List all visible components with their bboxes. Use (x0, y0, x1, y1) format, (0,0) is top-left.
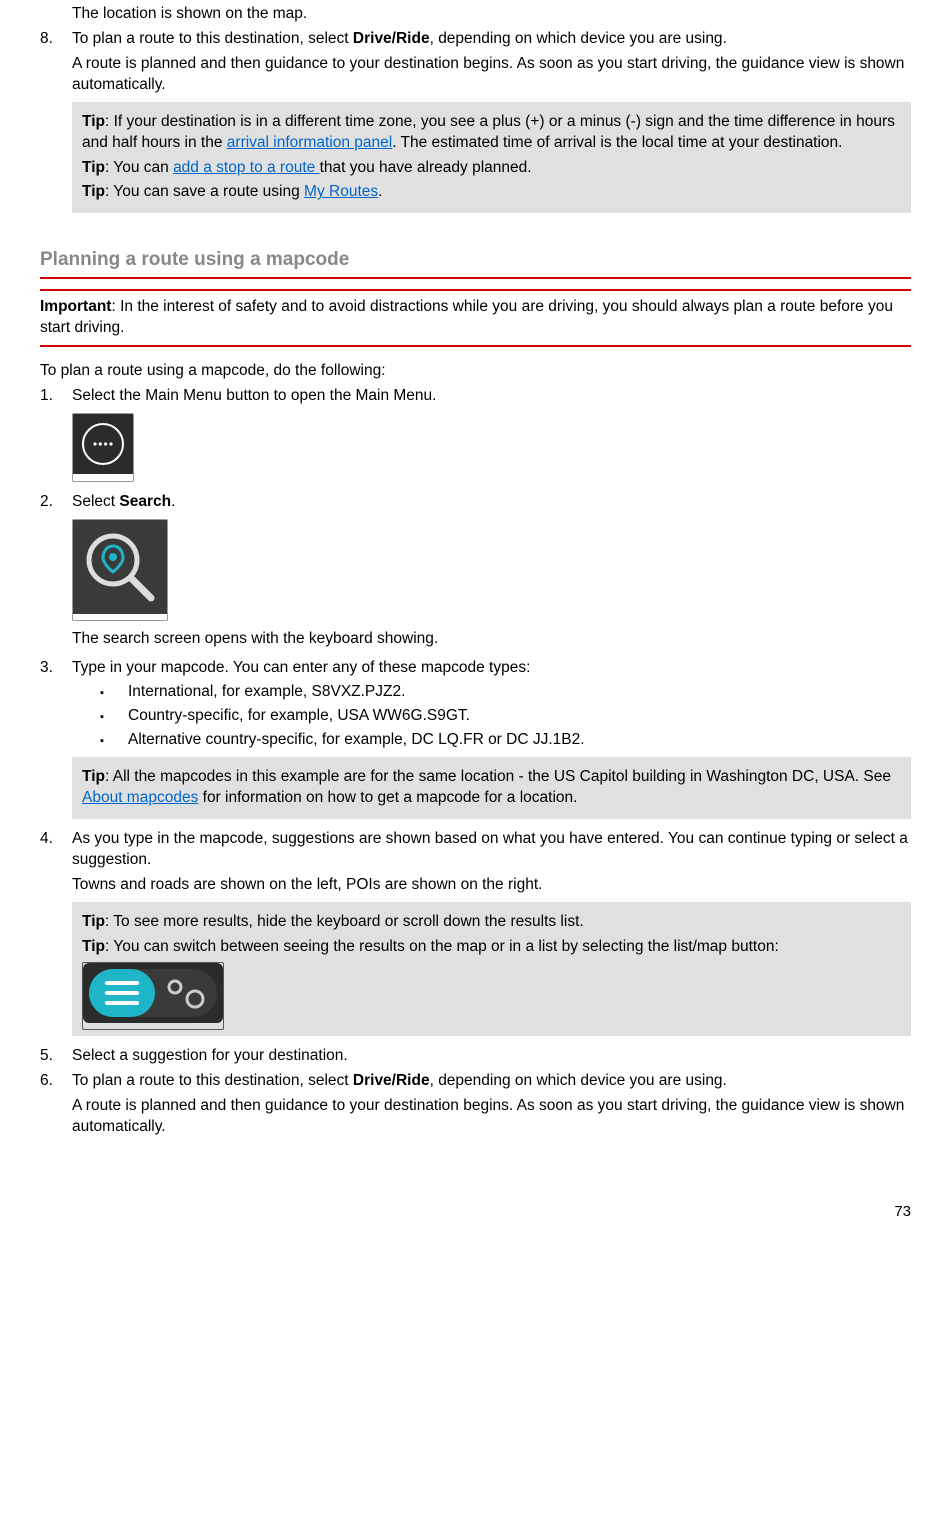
bullet-international: ▪International, for example, S8VXZ.PJZ2. (72, 682, 911, 703)
tip-box-1: Tip: If your destination is in a differe… (72, 102, 911, 214)
text: Alternative country-specific, for exampl… (128, 730, 911, 751)
plan-intro: To plan a route using a mapcode, do the … (40, 361, 911, 382)
drive-ride-bold: Drive/Ride (353, 30, 430, 47)
text: : To see more results, hide the keyboard… (105, 913, 584, 930)
step-3-text: Type in your mapcode. You can enter any … (72, 659, 530, 676)
important-text: : In the interest of safety and to avoid… (40, 298, 893, 336)
my-routes-link[interactable]: My Routes (304, 183, 378, 200)
step-3: 3. Type in your mapcode. You can enter a… (40, 658, 911, 825)
about-mapcodes-link[interactable]: About mapcodes (82, 789, 198, 806)
step-number: 3. (40, 658, 72, 825)
tip-label: Tip (82, 768, 105, 785)
tip-box-2: Tip: All the mapcodes in this example ar… (72, 757, 911, 819)
text: To plan a route to this destination, sel… (72, 30, 353, 47)
step-1-text: Select the Main Menu button to open the … (72, 387, 436, 404)
step-number: 6. (40, 1071, 72, 1142)
add-stop-link[interactable]: add a stop to a route (173, 159, 320, 176)
arrival-info-panel-link[interactable]: arrival information panel (227, 134, 392, 151)
step-number: 1. (40, 386, 72, 482)
step-4-para: Towns and roads are shown on the left, P… (72, 875, 911, 896)
bullet-country: ▪Country-specific, for example, USA WW6G… (72, 706, 911, 727)
tip-label: Tip (82, 113, 105, 130)
text: : You can (105, 159, 173, 176)
text: : You can switch between seeing the resu… (105, 938, 779, 955)
text: . (171, 493, 175, 510)
main-menu-icon (72, 413, 134, 482)
step-5-text: Select a suggestion for your destination… (72, 1047, 348, 1064)
intro-location-line: The location is shown on the map. (40, 4, 911, 25)
step-number: 4. (40, 829, 72, 1043)
important-box: Important: In the interest of safety and… (40, 289, 911, 347)
step-1: 1. Select the Main Menu button to open t… (40, 386, 911, 482)
step-4-text: As you type in the mapcode, suggestions … (72, 830, 908, 868)
bullet-alt-country: ▪Alternative country-specific, for examp… (72, 730, 911, 751)
tip-box-3: Tip: To see more results, hide the keybo… (72, 902, 911, 1037)
important-label: Important (40, 298, 111, 315)
text: , depending on which device you are usin… (430, 1072, 727, 1089)
search-icon (72, 519, 168, 622)
text: To plan a route to this destination, sel… (72, 1072, 353, 1089)
text: , depending on which device you are usin… (430, 30, 727, 47)
text: The location is shown on the map. (72, 5, 307, 22)
tip-label: Tip (82, 183, 105, 200)
text: that you have already planned. (320, 159, 532, 176)
text: for information on how to get a mapcode … (198, 789, 577, 806)
tip-label: Tip (82, 913, 105, 930)
text: Country-specific, for example, USA WW6G.… (128, 706, 911, 727)
drive-ride-bold: Drive/Ride (353, 1072, 430, 1089)
step-8: 8. To plan a route to this destination, … (40, 29, 911, 219)
section-heading: Planning a route using a mapcode (40, 247, 911, 279)
text: . (378, 183, 382, 200)
step-2-para: The search screen opens with the keyboar… (72, 629, 911, 650)
text: : All the mapcodes in this example are f… (105, 768, 891, 785)
page-number: 73 (40, 1202, 911, 1222)
step-5: 5. Select a suggestion for your destinat… (40, 1046, 911, 1067)
step-number: 2. (40, 492, 72, 655)
text: International, for example, S8VXZ.PJZ2. (128, 682, 911, 703)
search-bold: Search (119, 493, 171, 510)
step-number: 5. (40, 1046, 72, 1067)
tip-label: Tip (82, 938, 105, 955)
step-8-para: A route is planned and then guidance to … (72, 54, 911, 96)
text: . The estimated time of arrival is the l… (392, 134, 842, 151)
step-4: 4. As you type in the mapcode, suggestio… (40, 829, 911, 1043)
step-2: 2. Select Search. The search screen open… (40, 492, 911, 655)
tip-label: Tip (82, 159, 105, 176)
step-6-para: A route is planned and then guidance to … (72, 1096, 911, 1138)
text: : You can save a route using (105, 183, 304, 200)
text: Select (72, 493, 119, 510)
list-map-toggle-icon (82, 962, 224, 1031)
step-number: 8. (40, 29, 72, 219)
step-6: 6. To plan a route to this destination, … (40, 1071, 911, 1142)
